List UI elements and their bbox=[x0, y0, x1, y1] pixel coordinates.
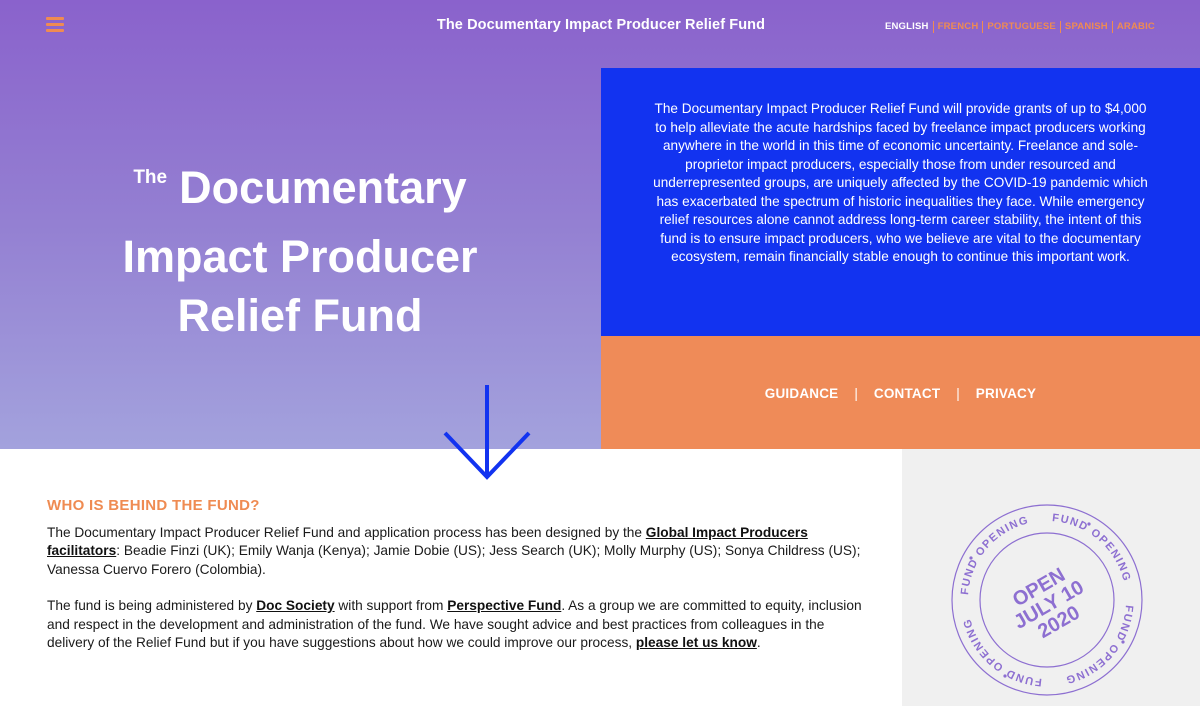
intro-text: The Documentary Impact Producer Relief F… bbox=[653, 101, 1148, 264]
intro-panel: The Documentary Impact Producer Relief F… bbox=[601, 68, 1200, 336]
language-arabic-link[interactable]: ARABIC bbox=[1111, 21, 1155, 33]
link-separator: | bbox=[956, 386, 960, 401]
fund-opening-badge: FUND OPENING FUND OPENING FUND OPENING F… bbox=[951, 504, 1143, 696]
link-separator: | bbox=[854, 386, 858, 401]
about-paragraph-1: The Documentary Impact Producer Relief F… bbox=[47, 524, 867, 580]
hero-heading-line-2: Impact Producer bbox=[122, 231, 478, 282]
about-text: with support from bbox=[334, 598, 448, 613]
svg-text:FUND OPENING: FUND OPENING bbox=[959, 514, 1030, 595]
badge-ring-text: FUND OPENING bbox=[1052, 512, 1133, 583]
hero-heading-word: Documentary bbox=[179, 162, 467, 213]
about-paragraph-2: The fund is being administered by Doc So… bbox=[47, 597, 867, 653]
language-portuguese-link[interactable]: PORTUGUESE bbox=[982, 21, 1056, 33]
perspective-fund-link[interactable]: Perspective Fund bbox=[447, 598, 561, 613]
about-text: The Documentary Impact Producer Relief F… bbox=[47, 524, 646, 540]
about-text: The fund is being administered by bbox=[47, 598, 257, 613]
svg-text:FUND OPENING: FUND OPENING bbox=[1052, 512, 1133, 583]
about-section: WHO IS BEHIND THE FUND? The Documentary … bbox=[47, 497, 867, 671]
language-nav: ENGLISH FRENCH PORTUGUESE SPANISH ARABIC bbox=[885, 21, 1155, 33]
guidance-link[interactable]: GUIDANCE bbox=[765, 386, 839, 401]
doc-society-link[interactable]: Doc Society bbox=[256, 598, 334, 613]
arrow-down-icon[interactable] bbox=[443, 385, 531, 481]
hero-section: The Documentary Impact Producer Relief F… bbox=[0, 0, 1200, 449]
contact-link[interactable]: CONTACT bbox=[874, 386, 940, 401]
side-panel: FUND OPENING FUND OPENING FUND OPENING F… bbox=[902, 449, 1200, 706]
privacy-link[interactable]: PRIVACY bbox=[976, 386, 1036, 401]
about-text: : Beadie Finzi (UK); Emily Wanja (Kenya)… bbox=[47, 543, 861, 577]
language-french-link[interactable]: FRENCH bbox=[932, 21, 979, 33]
language-english-link[interactable]: ENGLISH bbox=[885, 21, 929, 33]
badge-ring-text: FUND OPENING bbox=[959, 514, 1030, 595]
about-text: . bbox=[756, 635, 761, 650]
hero-heading-line-3: Relief Fund bbox=[177, 290, 423, 341]
feedback-link[interactable]: please let us know bbox=[636, 635, 757, 650]
section-heading: WHO IS BEHIND THE FUND? bbox=[47, 497, 260, 514]
hero-heading: The Documentary Impact Producer Relief Fu… bbox=[60, 158, 540, 345]
language-spanish-link[interactable]: SPANISH bbox=[1059, 21, 1108, 33]
links-panel: GUIDANCE | CONTACT | PRIVACY bbox=[601, 336, 1200, 449]
hero-heading-small: The bbox=[133, 167, 168, 188]
hero-heading-line-1: The Documentary bbox=[60, 158, 540, 227]
